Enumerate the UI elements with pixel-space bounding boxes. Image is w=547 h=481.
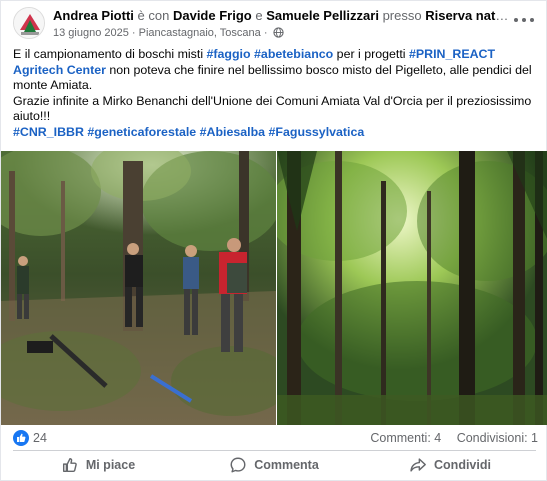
with-word: è con [137,8,170,23]
tagged-user-1[interactable]: Davide Frigo [173,8,252,23]
hashtag[interactable]: #CNR_IBBR [13,125,84,139]
reaction-stats: 24 Commenti: 4 Condivisioni: 1 [1,429,547,449]
post-header-title: Andrea Piotti è con Davide Frigo e Samue… [53,7,513,24]
post-actions: Mi piace Commenta Condividi [1,452,547,480]
more-horizontal-icon[interactable] [512,13,536,27]
comment-bubble-icon [230,457,246,473]
globe-icon [272,27,284,38]
actions-divider [13,450,536,451]
post-date[interactable]: 13 giugno 2025 [53,27,129,39]
forest-photo-people [1,151,276,425]
post-card: Andrea Piotti è con Davide Frigo e Samue… [0,0,547,481]
share-button-label: Condividi [434,458,491,472]
text-segment: E il campionamento di boschi misti [13,47,207,61]
meta-separator-2: · [263,27,268,39]
engagement-counts: Commenti: 4 Condivisioni: 1 [370,431,538,445]
thumbs-up-icon [62,457,77,473]
author-avatar[interactable] [13,7,45,39]
hashtag[interactable]: #Fagussylvatica [269,125,365,139]
post-hashtags: #CNR_IBBR #geneticaforestale #Abiesalba … [13,125,539,141]
share-arrow-icon [410,458,426,472]
hashtag-faggio[interactable]: #faggio [207,47,251,61]
share-button[interactable]: Condividi [365,452,535,478]
tagged-user-2[interactable]: Samuele Pellizzari [266,8,379,23]
at-word: presso [382,8,422,23]
photo-forest-canopy[interactable] [277,151,547,425]
forest-photo-canopy [277,151,547,425]
post-paragraph-1: E il campionamento di boschi misti #fagg… [13,47,539,94]
text-segment: per i progetti [333,47,409,61]
like-button[interactable]: Mi piace [13,452,183,478]
comment-count[interactable]: Commenti: 4 [370,431,441,445]
post-paragraph-2: Grazie infinite a Mirko Benanchi dell'Un… [13,93,532,124]
like-count[interactable]: 24 [33,431,47,445]
comment-button-label: Commenta [254,458,319,472]
photo-field-work[interactable] [1,151,276,425]
author-name[interactable]: Andrea Piotti [53,8,134,23]
place-link[interactable]: Riserva naturale Pigell... [425,8,513,23]
hashtag-abetebianco[interactable]: #abetebianco [254,47,333,61]
like-button-label: Mi piace [85,458,136,472]
like-reaction-icon[interactable] [13,430,29,446]
author-avatar-image [14,8,44,38]
meta-separator: · [131,27,136,39]
post-photos [1,151,547,425]
and-word: e [255,8,263,23]
hashtag[interactable]: #geneticaforestale [87,125,196,139]
share-count[interactable]: Condivisioni: 1 [457,431,538,445]
comment-button[interactable]: Commenta [189,452,359,478]
post-header: Andrea Piotti è con Davide Frigo e Samue… [1,1,547,43]
post-location[interactable]: Piancastagnaio, Toscana [139,27,261,39]
post-meta: 13 giugno 2025 · Piancastagnaio, Toscana… [53,26,284,40]
like-reaction-glyph [17,433,26,442]
hashtag[interactable]: #Abiesalba [200,125,265,139]
post-text: E il campionamento di boschi misti #fagg… [13,47,539,141]
